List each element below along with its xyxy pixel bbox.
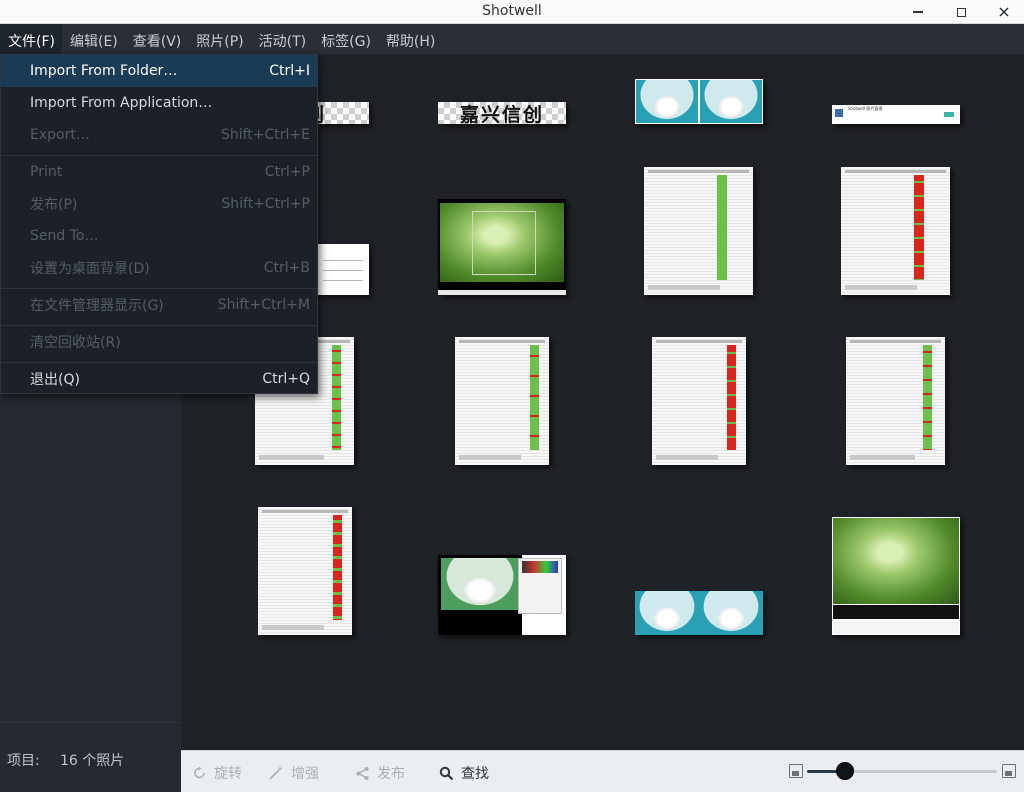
menu-item-label: 退出(Q) bbox=[30, 372, 80, 388]
menu-photos[interactable]: 照片(P) bbox=[188, 24, 250, 54]
photo-thumbnail[interactable] bbox=[455, 337, 549, 465]
menu-item-set-as-desktop-background[interactable]: 设置为桌面背景(D) Ctrl+B bbox=[1, 252, 317, 284]
minimize-button[interactable] bbox=[898, 0, 938, 24]
zoom-in-icon[interactable] bbox=[1002, 764, 1016, 778]
photo-thumbnail[interactable] bbox=[438, 555, 566, 635]
title-bar: Shotwell bbox=[0, 0, 1024, 24]
menu-item-accel: Ctrl+P bbox=[264, 164, 310, 180]
enhance-label: 增强 bbox=[291, 766, 319, 782]
find-label: 查找 bbox=[461, 766, 489, 782]
menu-item-label: Import From Folder… bbox=[30, 63, 178, 79]
menu-item-quit[interactable]: 退出(Q) Ctrl+Q bbox=[1, 363, 317, 395]
photo-thumbnail[interactable] bbox=[652, 337, 746, 465]
menu-item-label: Print bbox=[30, 164, 63, 180]
photo-thumbnail[interactable]: 嘉兴信创 bbox=[438, 102, 566, 124]
search-icon bbox=[439, 766, 454, 780]
menu-tags[interactable]: 标签(G) bbox=[313, 24, 378, 54]
zoom-slider[interactable] bbox=[807, 762, 997, 780]
menu-item-send-to[interactable]: Send To… bbox=[1, 220, 317, 252]
menu-item-label: 发布(P) bbox=[30, 197, 78, 213]
items-count: 16 个照片 bbox=[60, 753, 125, 769]
menu-item-accel: Shift+Ctrl+P bbox=[221, 196, 310, 212]
menu-view[interactable]: 查看(V) bbox=[125, 24, 189, 54]
menu-item-show-in-file-manager[interactable]: 在文件管理器显示(G) Shift+Ctrl+M bbox=[1, 289, 317, 321]
menu-item-label: 在文件管理器显示(G) bbox=[30, 298, 164, 314]
rotate-icon bbox=[194, 766, 205, 779]
magic-wand-icon bbox=[269, 766, 283, 780]
enhance-button[interactable]: 增强 bbox=[268, 763, 319, 783]
close-button[interactable] bbox=[984, 0, 1024, 24]
plant-image bbox=[833, 518, 959, 604]
menu-item-import-from-folder[interactable]: Import From Folder… Ctrl+I bbox=[1, 55, 317, 87]
items-label: 项目: bbox=[7, 753, 40, 769]
rabbit-image bbox=[635, 591, 699, 635]
rotate-label: 旋转 bbox=[214, 766, 242, 782]
photo-thumbnail[interactable] bbox=[635, 79, 763, 124]
photo-thumbnail[interactable] bbox=[438, 199, 566, 295]
zoom-out-icon[interactable] bbox=[789, 764, 803, 778]
photo-thumbnail[interactable] bbox=[258, 507, 352, 635]
rabbit-image bbox=[636, 80, 698, 123]
menu-edit[interactable]: 编辑(E) bbox=[62, 24, 125, 54]
bottom-toolbar: 旋转 增强 发布 查找 bbox=[181, 750, 1024, 792]
maximize-button[interactable] bbox=[941, 0, 981, 24]
rabbit-image bbox=[700, 80, 762, 123]
menu-item-import-from-application[interactable]: Import From Application… bbox=[1, 87, 317, 119]
photo-thumbnail[interactable] bbox=[846, 337, 945, 465]
menu-item-label: Send To… bbox=[30, 228, 99, 244]
find-button[interactable]: 查找 bbox=[439, 763, 489, 783]
minimize-icon bbox=[913, 11, 923, 13]
menu-item-print[interactable]: Print Ctrl+P bbox=[1, 156, 317, 188]
menu-events[interactable]: 活动(T) bbox=[251, 24, 313, 54]
share-icon bbox=[356, 766, 369, 780]
close-icon bbox=[999, 7, 1009, 17]
menu-file[interactable]: 文件(F) bbox=[0, 24, 62, 54]
menu-item-accel: Shift+Ctrl+E bbox=[220, 127, 310, 143]
zoom-slider-knob[interactable] bbox=[836, 762, 854, 780]
menu-bar: 文件(F) 编辑(E) 查看(V) 照片(P) 活动(T) 标签(G) 帮助(H… bbox=[0, 24, 1024, 54]
menu-item-label: Import From Application… bbox=[30, 95, 213, 111]
menu-item-label: 清空回收站(R) bbox=[30, 335, 121, 351]
menu-item-accel: Shift+Ctrl+M bbox=[217, 297, 310, 313]
menu-item-export[interactable]: Export… Shift+Ctrl+E bbox=[1, 119, 317, 151]
photo-thumbnail[interactable]: Shotwell 照片管理 bbox=[832, 105, 960, 124]
photo-thumbnail[interactable] bbox=[644, 167, 753, 295]
menu-item-label: 设置为桌面背景(D) bbox=[30, 261, 150, 277]
rabbit-image bbox=[699, 591, 763, 635]
photo-caption-text: Shotwell 照片管理 bbox=[848, 106, 883, 111]
status-area: 项目: 16 个照片 bbox=[0, 722, 181, 792]
photo-caption-text: 嘉兴信创 bbox=[459, 103, 544, 125]
menu-help[interactable]: 帮助(H) bbox=[378, 24, 442, 54]
publish-button[interactable]: 发布 bbox=[355, 763, 405, 783]
menu-item-accel: Ctrl+I bbox=[269, 63, 310, 79]
photo-thumbnail[interactable] bbox=[832, 517, 960, 635]
photo-thumbnail[interactable] bbox=[841, 167, 950, 295]
file-menu-dropdown: Import From Folder… Ctrl+I Import From A… bbox=[0, 54, 318, 394]
publish-label: 发布 bbox=[377, 766, 405, 782]
window-title: Shotwell bbox=[482, 3, 542, 19]
menu-item-accel: Ctrl+B bbox=[263, 260, 310, 276]
rabbit-image bbox=[441, 558, 519, 610]
rotate-button[interactable]: 旋转 bbox=[193, 763, 242, 783]
photo-thumbnail[interactable] bbox=[635, 591, 763, 635]
menu-item-empty-trash[interactable]: 清空回收站(R) bbox=[1, 326, 317, 358]
menu-item-publish[interactable]: 发布(P) Shift+Ctrl+P bbox=[1, 188, 317, 220]
maximize-icon bbox=[956, 7, 966, 17]
menu-item-label: Export… bbox=[30, 127, 90, 143]
menu-item-accel: Ctrl+Q bbox=[262, 371, 310, 387]
